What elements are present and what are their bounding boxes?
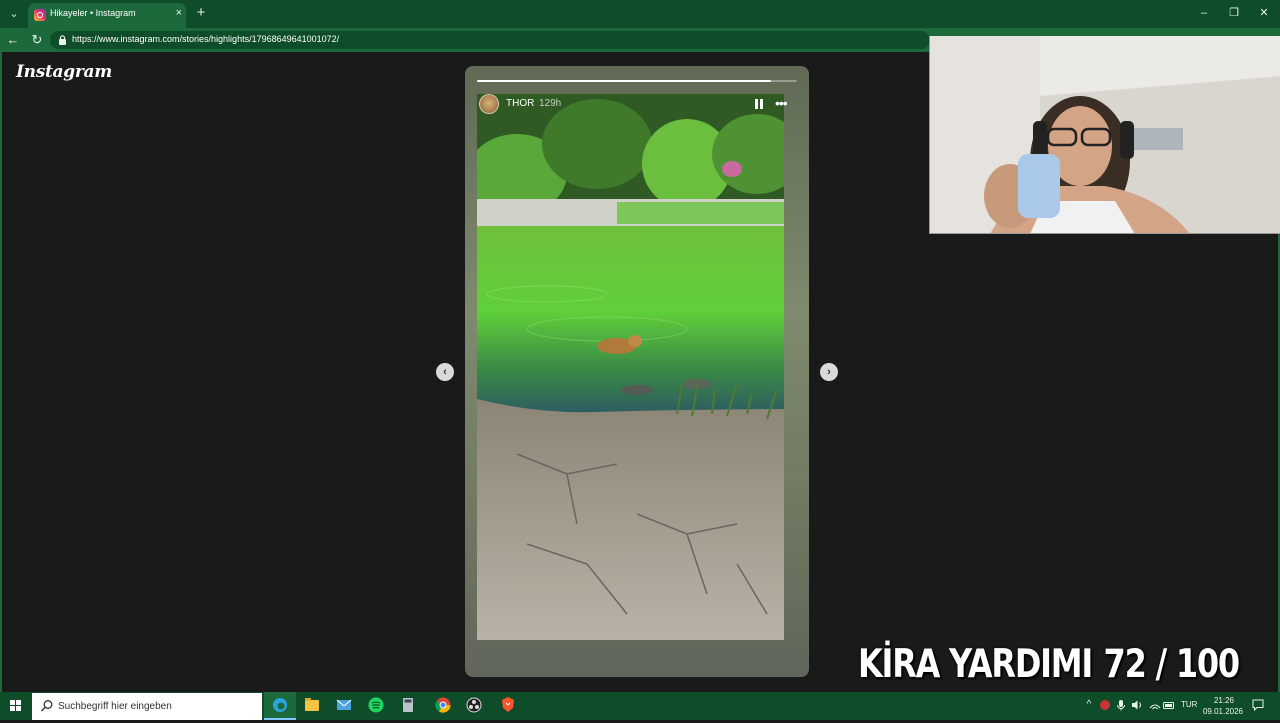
restore-icon[interactable]: ❐ bbox=[1220, 4, 1248, 22]
brave-taskbar-icon[interactable] bbox=[492, 692, 524, 720]
windows-taskbar: Suchbegriff hier eingeben ^ TUR 21:26 09… bbox=[0, 692, 1280, 720]
network-icon[interactable] bbox=[1148, 698, 1162, 712]
input-language[interactable]: TUR bbox=[1181, 700, 1197, 709]
avatar[interactable] bbox=[479, 94, 499, 114]
story-progress-fill bbox=[477, 80, 772, 82]
story-viewer[interactable]: THOR 129h ••• bbox=[465, 66, 809, 677]
obs-taskbar-icon[interactable] bbox=[458, 692, 490, 720]
battery-icon[interactable] bbox=[1162, 698, 1176, 712]
back-arrow-icon[interactable]: ← bbox=[4, 31, 22, 49]
story-header: THOR 129h ••• bbox=[479, 94, 795, 114]
window-close-icon[interactable]: ✕ bbox=[1250, 4, 1278, 22]
story-progress-bar bbox=[477, 80, 797, 82]
search-icon bbox=[41, 700, 53, 712]
edge-taskbar-icon[interactable] bbox=[264, 692, 296, 720]
story-timestamp: 129h bbox=[539, 98, 562, 109]
chrome-taskbar-icon[interactable] bbox=[424, 692, 456, 720]
taskbar-search-input[interactable]: Suchbegriff hier eingeben bbox=[32, 693, 262, 720]
tab-title: Hikayeler • Instagram bbox=[50, 8, 136, 18]
caption-count: 72 / 100 bbox=[1103, 642, 1241, 687]
windows-start-icon[interactable] bbox=[0, 692, 32, 720]
spotify-taskbar-icon[interactable] bbox=[360, 692, 392, 720]
address-bar[interactable]: https://www.instagram.com/stories/highli… bbox=[50, 31, 930, 49]
browser-tab-bar: ⌄ Hikayeler • Instagram × + – ❐ ✕ bbox=[0, 0, 1280, 28]
url-text: https://www.instagram.com/stories/highli… bbox=[72, 34, 340, 44]
next-story-button[interactable]: › bbox=[820, 363, 838, 381]
site-info-icon[interactable] bbox=[58, 35, 67, 45]
story-video[interactable] bbox=[477, 94, 784, 640]
new-tab-button[interactable]: + bbox=[192, 4, 210, 22]
notifications-icon[interactable] bbox=[1252, 699, 1264, 711]
instagram-logo[interactable]: Instagram bbox=[16, 62, 112, 82]
reload-icon[interactable]: ↻ bbox=[28, 31, 46, 49]
mail-app-taskbar-icon[interactable] bbox=[328, 692, 360, 720]
story-username[interactable]: THOR bbox=[506, 98, 534, 109]
clock-time[interactable]: 21:26 bbox=[1204, 696, 1244, 705]
instagram-favicon-icon bbox=[34, 9, 46, 21]
tray-app-icon[interactable] bbox=[1098, 698, 1112, 712]
pause-icon[interactable] bbox=[753, 97, 765, 111]
calculator-taskbar-icon[interactable] bbox=[392, 692, 424, 720]
previous-story-button[interactable]: ‹ bbox=[436, 363, 454, 381]
donation-caption: KİRA YARDIMI 72 / 100 bbox=[858, 642, 1240, 687]
search-placeholder: Suchbegriff hier eingeben bbox=[58, 701, 172, 712]
more-options-icon[interactable]: ••• bbox=[775, 96, 788, 110]
webcam-overlay bbox=[929, 36, 1280, 234]
minimize-icon[interactable]: – bbox=[1190, 4, 1218, 22]
tray-chevron-up-icon[interactable]: ^ bbox=[1082, 698, 1096, 712]
tab-close-icon[interactable]: × bbox=[176, 6, 182, 20]
file-explorer-taskbar-icon[interactable] bbox=[296, 692, 328, 720]
microphone-icon[interactable] bbox=[1114, 698, 1128, 712]
tab-search-chevron-icon[interactable]: ⌄ bbox=[4, 4, 24, 24]
volume-icon[interactable] bbox=[1130, 698, 1144, 712]
clock-date[interactable]: 09.01.2026 bbox=[1200, 707, 1246, 716]
caption-title: KİRA YARDIMI bbox=[858, 642, 1093, 687]
browser-tab-active[interactable]: Hikayeler • Instagram × bbox=[28, 3, 186, 28]
